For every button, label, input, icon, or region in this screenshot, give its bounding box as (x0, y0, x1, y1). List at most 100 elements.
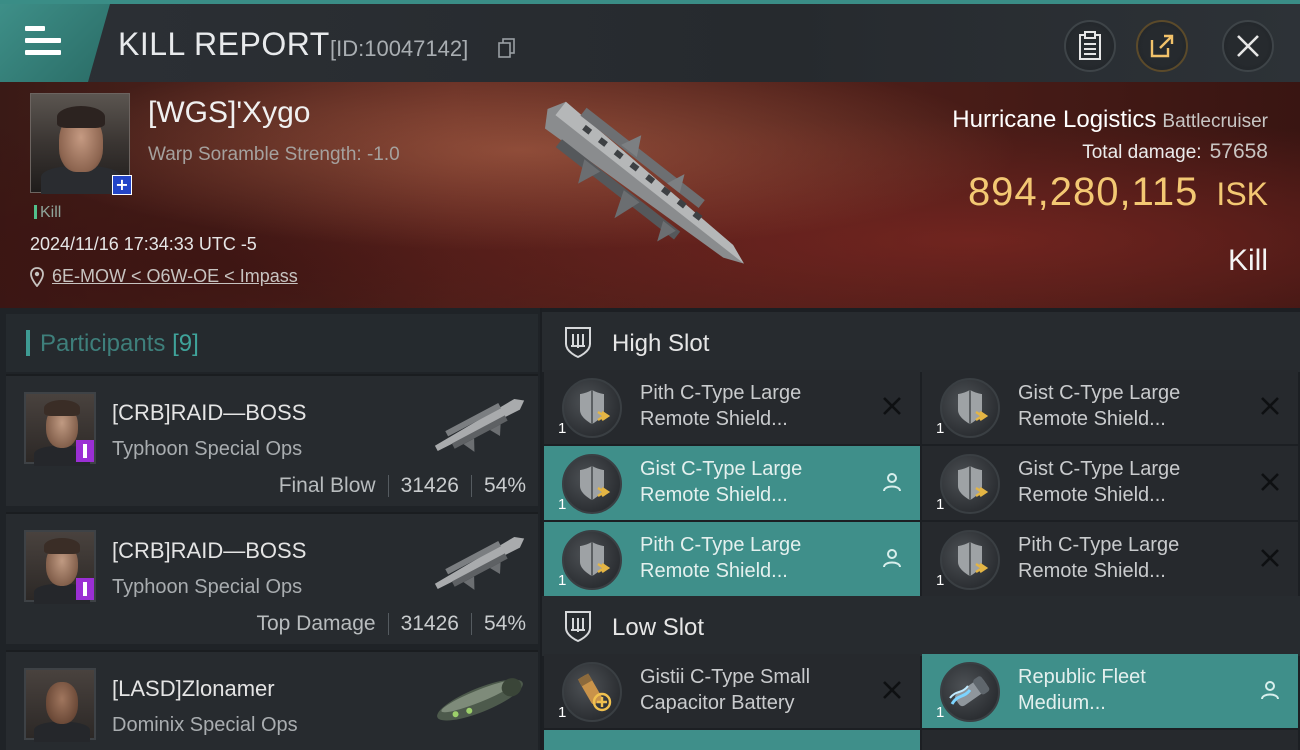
participant-avatar[interactable] (24, 668, 96, 742)
info-badge-icon (76, 440, 94, 462)
shield-module-icon (562, 454, 622, 514)
participants-header: Participants [9] (6, 314, 538, 372)
victim-banner: + [WGS]'Xygo Warp Soramble Strength: -1.… (0, 82, 1300, 308)
kill-tag: Kill (34, 204, 61, 222)
module-quantity: 1 (936, 420, 945, 437)
module-slot[interactable]: 1 Gist C-Type Large Remote Shield... (922, 446, 1298, 520)
module-name: Gist C-Type Large Remote Shield... (1018, 382, 1181, 430)
module-quantity: 1 (936, 704, 945, 721)
module-slot[interactable]: 1 Gist C-Type Large Remote Shield... (922, 370, 1298, 444)
kill-indicator (34, 205, 37, 219)
module-name: Gist C-Type Large Remote Shield... (1018, 458, 1181, 506)
total-damage: Total damage: 57658 (1082, 140, 1268, 163)
share-button[interactable] (1136, 20, 1188, 72)
shield-extender-icon (940, 662, 1000, 722)
module-quantity: 1 (936, 496, 945, 513)
module-slot[interactable]: 1 Pith C-Type Large Remote Shield... (544, 370, 920, 444)
participant-ship: Dominix Special Ops (112, 714, 298, 736)
shield-module-icon (940, 530, 1000, 590)
top-bar: KILL REPORT [ID:10047142] (0, 0, 1300, 84)
module-quantity: 1 (936, 572, 945, 589)
module-quantity: 1 (558, 420, 567, 437)
location-link[interactable]: 6E-MOW < O6W-OE < Impass (52, 266, 298, 287)
module-slot[interactable] (544, 730, 920, 750)
copy-icon[interactable] (498, 38, 516, 58)
ship-class: Battlecruiser (1162, 111, 1268, 132)
kill-location[interactable]: 6E-MOW < O6W-OE < Impass (30, 266, 298, 287)
module-quantity: 1 (558, 704, 567, 721)
report-id: [ID:10047142] (330, 36, 469, 61)
destroyed-x-icon (883, 681, 901, 699)
participant-name: [CRB]RAID—BOSS (112, 400, 307, 425)
capacitor-battery-icon (562, 662, 622, 722)
isk-value: 894,280,115 ISK (967, 170, 1268, 214)
participant-damage: 31426 (400, 474, 459, 497)
participant-ship-image (437, 678, 523, 721)
module-name: Republic Fleet Medium... (1018, 666, 1146, 714)
module-slot[interactable]: 1 Pith C-Type Large Remote Shield... (922, 522, 1298, 596)
module-quantity: 1 (558, 572, 567, 589)
module-slot[interactable]: 1 Pith C-Type Large Remote Shield... (544, 522, 920, 596)
destroyed-x-icon (1261, 397, 1279, 415)
fitting-panel: High Slot 1 Pith C-Type Large Remote Shie… (542, 308, 1300, 750)
victim-ship[interactable]: Hurricane Logistics Battlecruiser (952, 106, 1268, 134)
module-name: Pith C-Type Large Remote Shield... (640, 382, 802, 430)
close-icon (1237, 35, 1259, 57)
module-name: Pith C-Type Large Remote Shield... (640, 534, 802, 582)
participant-avatar[interactable] (24, 392, 96, 466)
high-slot-header: High Slot (542, 312, 1300, 372)
menu-icon (25, 26, 61, 56)
destroyed-x-icon (883, 397, 901, 415)
module-slot[interactable]: 1 Gistii C-Type Small Capacitor Battery (544, 654, 920, 728)
victim-name[interactable]: [WGS]'Xygo (148, 96, 310, 130)
participant-row[interactable]: [CRB]RAID—BOSS Typhoon Special Ops Final… (6, 374, 538, 506)
info-badge-icon (76, 578, 94, 600)
participant-name: [CRB]RAID—BOSS (112, 538, 307, 563)
location-pin-icon (30, 266, 44, 287)
shield-module-icon (940, 378, 1000, 438)
report-button[interactable] (1064, 20, 1116, 72)
participant-percent: 54% (483, 474, 526, 497)
participant-ship: Typhoon Special Ops (112, 438, 303, 460)
participant-ship: Typhoon Special Ops (112, 576, 303, 598)
shield-module-icon (562, 378, 622, 438)
low-slot-header: Low Slot (542, 596, 1300, 656)
module-name: Pith C-Type Large Remote Shield... (1018, 534, 1180, 582)
destroyed-x-icon (1261, 473, 1279, 491)
module-slot[interactable]: 1 Republic Fleet Medium... (922, 654, 1298, 728)
share-icon (1150, 34, 1174, 58)
module-quantity: 1 (558, 496, 567, 513)
warp-scramble-text: Warp Soramble Strength: -1.0 (148, 144, 400, 165)
menu-button[interactable] (0, 4, 110, 82)
add-contact-icon[interactable]: + (112, 175, 132, 195)
clipboard-icon (1079, 31, 1101, 60)
page-title: KILL REPORT (118, 26, 330, 62)
high-slot-icon (565, 327, 591, 359)
participant-role: Final Blow (278, 474, 376, 497)
module-name: Gist C-Type Large Remote Shield... (640, 458, 803, 506)
participant-stats: Final Blow 31426 54% (279, 474, 526, 498)
low-slot-icon (565, 611, 591, 643)
shield-module-icon (562, 530, 622, 590)
participant-row[interactable]: [CRB]RAID—BOSS Typhoon Special Ops Top D… (6, 512, 538, 644)
module-slot[interactable] (922, 730, 1298, 750)
participant-percent: 54% (483, 612, 526, 635)
module-name: Gistii C-Type Small Capacitor Battery (640, 666, 811, 714)
participants-count: [9] (172, 330, 199, 357)
participant-ship-image (434, 398, 525, 452)
kill-timestamp: 2024/11/16 17:34:33 UTC -5 (30, 234, 257, 254)
module-slot[interactable]: 1 Gist C-Type Large Remote Shield... (544, 446, 920, 520)
participants-panel: Participants [9] [CRB]RAID—BOSS Typhoon … (0, 308, 540, 750)
participant-role: Top Damage (256, 612, 376, 635)
dropped-person-icon (883, 473, 901, 492)
participant-stats: Top Damage 31426 54% (256, 612, 526, 636)
dropped-person-icon (1261, 681, 1279, 700)
participant-row[interactable]: [LASD]Zlonamer Dominix Special Ops (6, 650, 538, 750)
destroyed-x-icon (1261, 549, 1279, 567)
shield-module-icon (940, 454, 1000, 514)
participant-name: [LASD]Zlonamer (112, 676, 275, 701)
close-button[interactable] (1222, 20, 1274, 72)
participant-avatar[interactable] (24, 530, 96, 604)
participant-damage: 31426 (400, 612, 459, 635)
dropped-person-icon (883, 549, 901, 568)
